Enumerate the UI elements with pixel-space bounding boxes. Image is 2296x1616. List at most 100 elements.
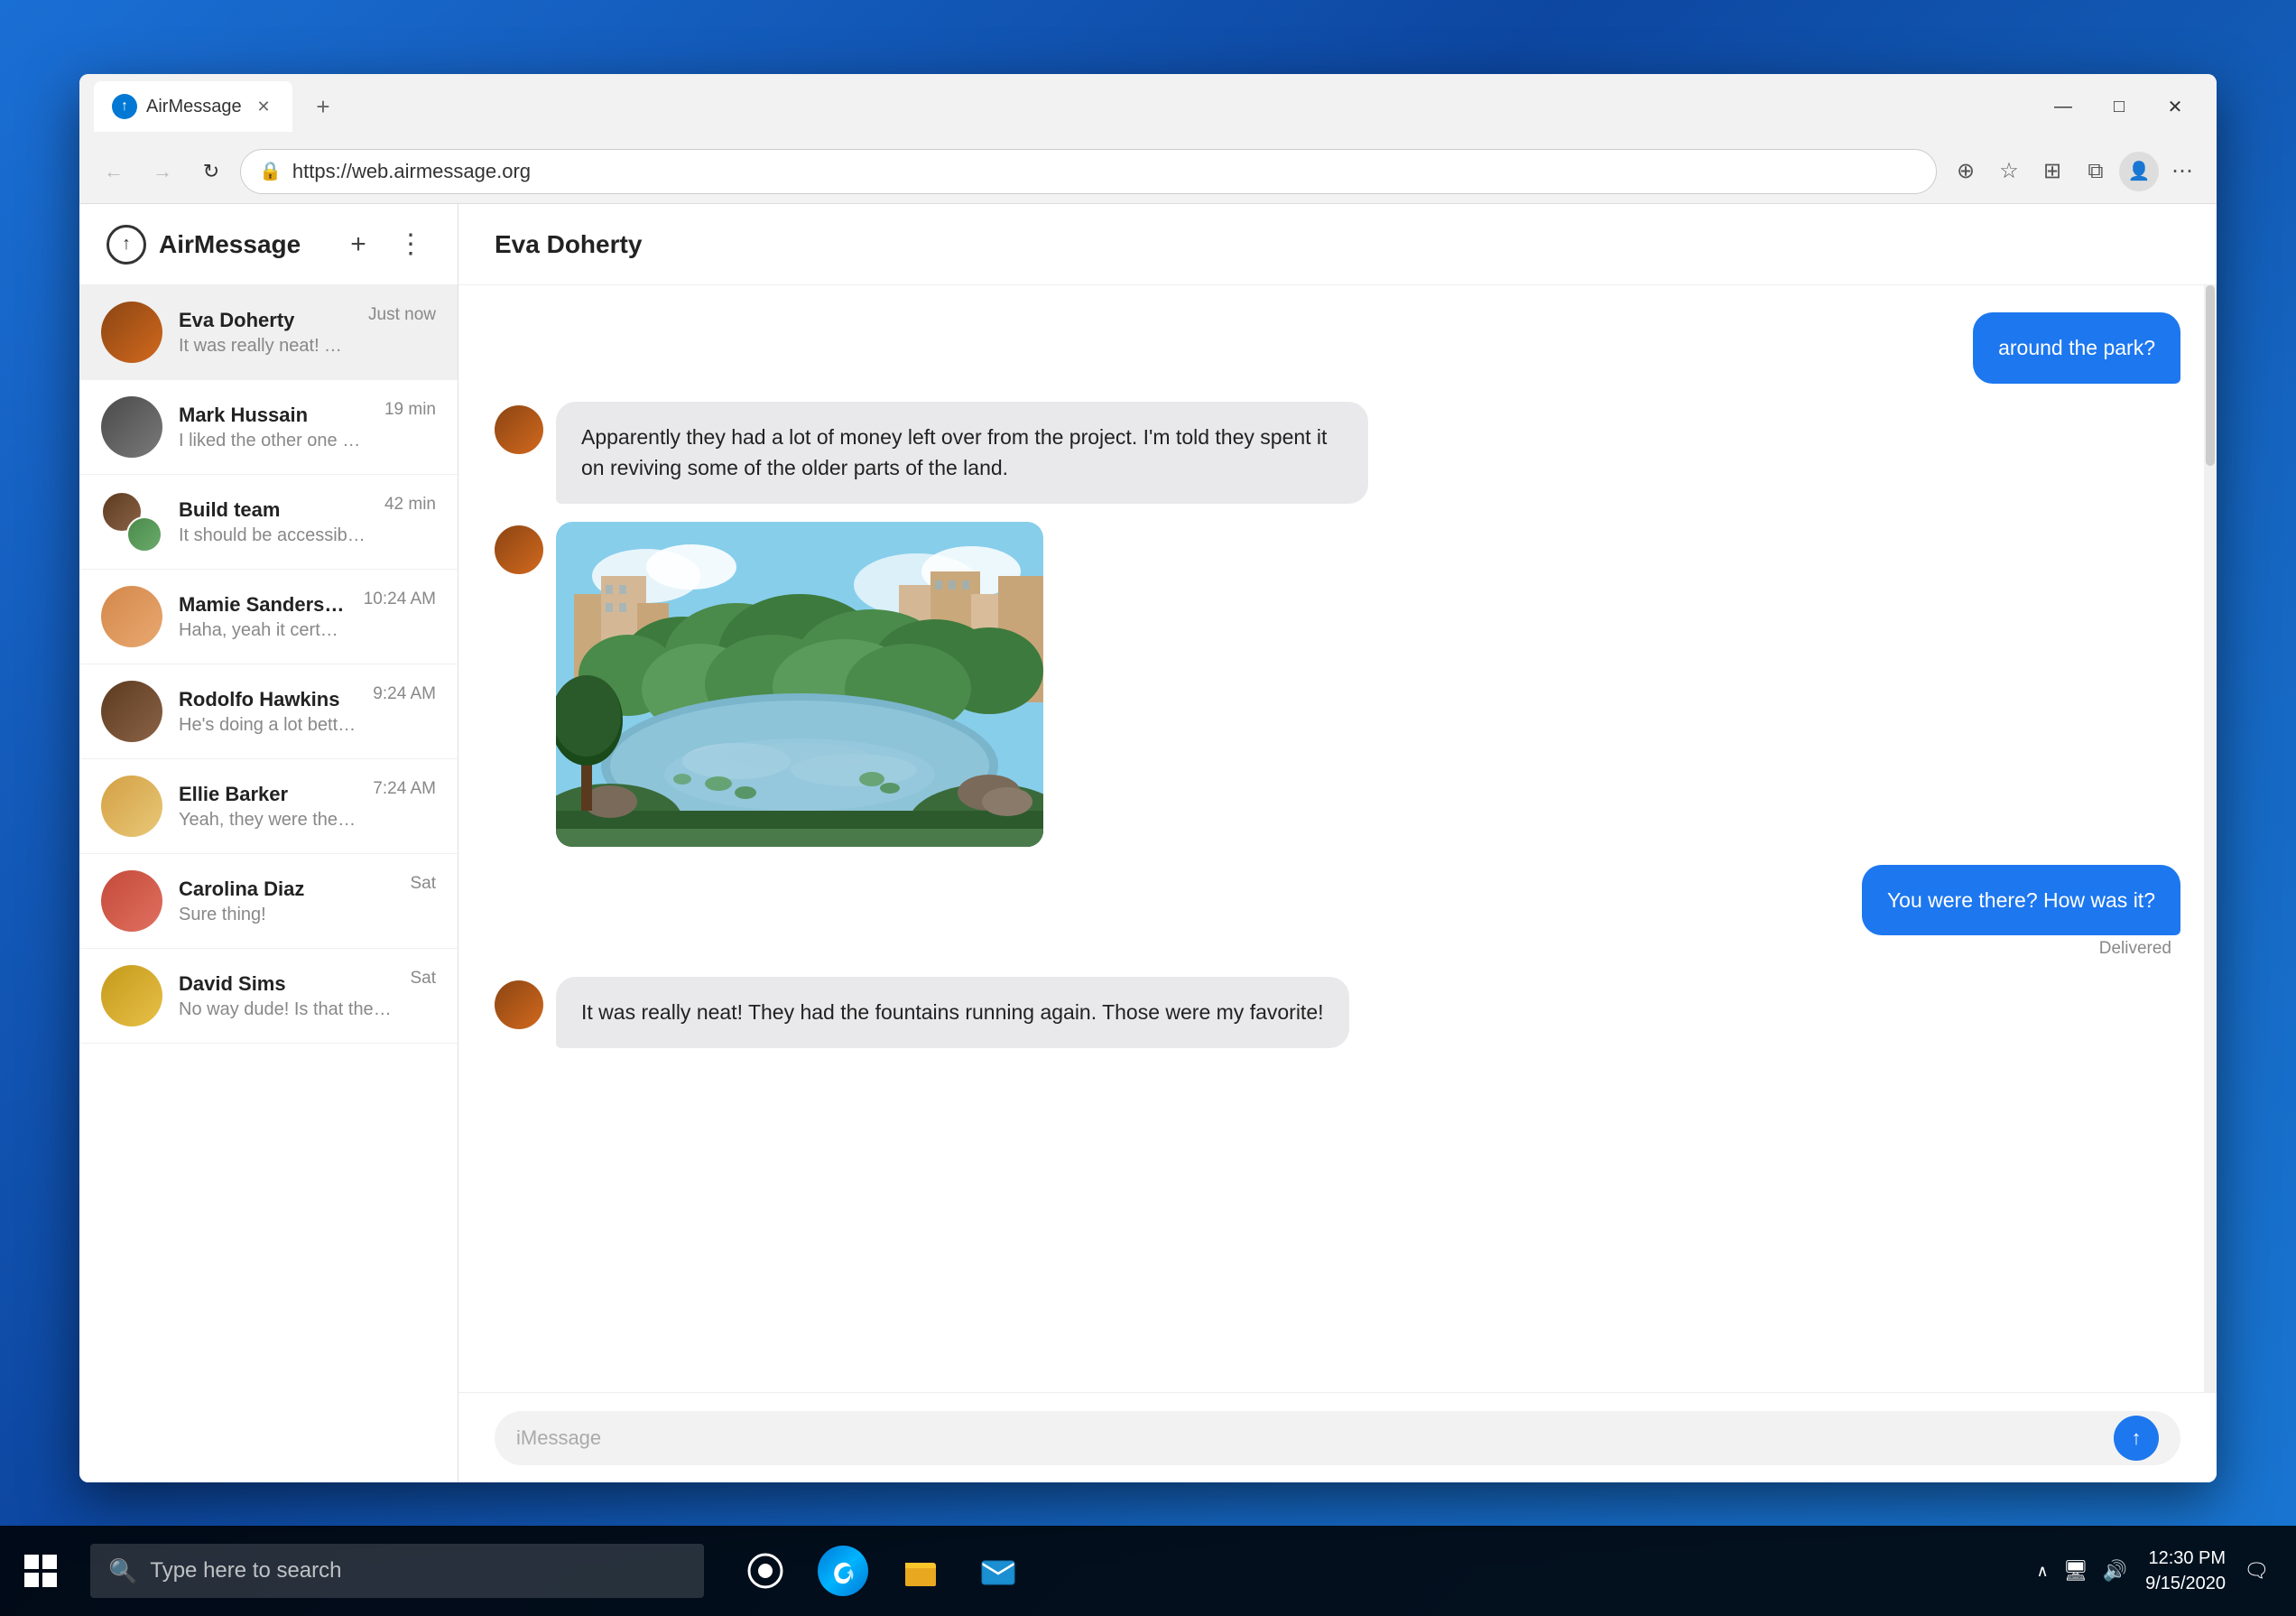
notifications-button[interactable]: 🗨 [2244,1559,2269,1583]
clock-time: 12:30 PM [2145,1546,2226,1571]
send-button[interactable]: ↑ [2114,1416,2159,1461]
chat-contact-name: Eva Doherty [495,230,642,259]
avatar-ellie-barker [101,775,162,837]
conversation-item-mamie-sanders[interactable]: Mamie Sanders a... Haha, yeah it certain… [79,570,458,664]
message-row-3 [495,522,2180,847]
convo-time: 19 min [384,400,436,420]
sidebar-title: AirMessage [159,230,326,259]
message-avatar-2 [495,405,543,454]
maximize-button[interactable]: □ [2092,87,2146,126]
browser-tab[interactable]: ↑ AirMessage ✕ [94,81,292,132]
lock-icon: 🔒 [259,160,282,182]
airmessage-logo: ↑ [106,225,146,265]
convo-info-ellie-barker: Ellie Barker Yeah, they were the o... [179,783,356,831]
avatar-rodolfo-hawkins [101,681,162,742]
minimize-button[interactable]: — [2036,87,2090,126]
taskbar: 🔍 Type here to search [0,1526,2296,1616]
mail-button[interactable] [973,1546,1023,1596]
browser-content: ↑ AirMessage + ⋮ Eva Doherty It was real… [79,204,2217,1482]
convo-name: David Sims [179,972,393,996]
taskbar-system-tray: ∧ 🖥 🔊 12:30 PM 9/15/2020 🗨 [2010,1546,2296,1596]
convo-preview: No way dude! Is that the o... [179,999,393,1020]
tab-title: AirMessage [146,97,244,117]
close-button[interactable]: ✕ [2148,87,2202,126]
profile-button[interactable]: 👤 [2119,152,2159,191]
menu-button[interactable]: ⋯ [2162,152,2202,191]
address-bar[interactable]: 🔒 https://web.airmessage.org [240,149,1937,194]
message-image-park [556,522,1043,847]
network-icon[interactable]: 🖥 [2063,1559,2088,1583]
system-clock[interactable]: 12:30 PM 9/15/2020 [2145,1546,2226,1596]
conversation-item-david-sims[interactable]: David Sims No way dude! Is that the o...… [79,949,458,1044]
chat-input-field[interactable]: iMessage ↑ [495,1411,2180,1465]
conversation-item-build-team[interactable]: Build team It should be accessible, ... … [79,475,458,570]
conversation-list: Eva Doherty It was really neat! The... J… [79,285,458,1482]
browser-window: ↑ AirMessage ✕ + — □ ✕ ← → ↻ 🔒 https://w… [79,74,2217,1482]
conversation-item-carolina-diaz[interactable]: Carolina Diaz Sure thing! Sat [79,854,458,949]
convo-info-mamie-sanders: Mamie Sanders a... Haha, yeah it certain… [179,593,347,641]
convo-preview: Haha, yeah it certainl... [179,620,347,641]
send-icon: ↑ [2132,1426,2142,1450]
chevron-up-icon[interactable]: ∧ [2037,1562,2049,1581]
message-bubble-received-5: It was really neat! They had the fountai… [556,977,1349,1048]
tab-favicon-icon: ↑ [112,94,137,119]
conversation-item-mark-hussain[interactable]: Mark Hussain I liked the other one m... … [79,380,458,475]
taskbar-icons [704,1546,1060,1596]
file-explorer-button[interactable] [895,1546,946,1596]
browser-toolbar: ← → ↻ 🔒 https://web.airmessage.org ⊕ ☆ ⊞… [79,139,2217,204]
sidebar-header: ↑ AirMessage + ⋮ [79,204,458,285]
chat-scrollbar[interactable] [2204,285,2217,1392]
extensions-button[interactable]: ⧉ [2076,152,2115,191]
message-row-1: around the park? [495,312,2180,384]
edge-browser-taskbar-button[interactable] [818,1546,868,1596]
convo-preview: He's doing a lot better... [179,715,356,736]
sidebar-menu-button[interactable]: ⋮ [391,225,430,265]
convo-info-rodolfo-hawkins: Rodolfo Hawkins He's doing a lot better.… [179,688,356,736]
window-controls: — □ ✕ [2036,87,2202,126]
message-bubble-sent-4: You were there? How was it? [1862,865,2180,936]
conversation-item-rodolfo-hawkins[interactable]: Rodolfo Hawkins He's doing a lot better.… [79,664,458,759]
conversation-item-eva-doherty[interactable]: Eva Doherty It was really neat! The... J… [79,285,458,380]
new-tab-button[interactable]: + [301,85,345,128]
convo-info-eva-doherty: Eva Doherty It was really neat! The... [179,309,352,357]
avatar-mark-hussain [101,396,162,458]
convo-name: Ellie Barker [179,783,356,806]
avatar-david-sims [101,965,162,1026]
new-conversation-button[interactable]: + [338,225,378,265]
chat-messages: around the park? Apparently they had a l… [458,285,2217,1392]
chat-input-area: iMessage ↑ [458,1392,2217,1482]
delivered-status: Delivered [2099,939,2180,959]
convo-time: 42 min [384,495,436,515]
imessage-placeholder: iMessage [516,1426,2105,1450]
chat-area: Eva Doherty around the park? Apparently … [458,204,2217,1482]
convo-time: 7:24 AM [373,779,436,799]
convo-info-carolina-diaz: Carolina Diaz Sure thing! [179,878,393,925]
volume-icon[interactable]: 🔊 [2103,1559,2127,1583]
convo-name: Eva Doherty [179,309,352,332]
add-tab-button[interactable]: ⊕ [1946,152,1986,191]
convo-time: 9:24 AM [373,684,436,704]
convo-name: Mamie Sanders a... [179,593,347,617]
collections-button[interactable]: ⊞ [2032,152,2072,191]
taskbar-search[interactable]: 🔍 Type here to search [90,1544,704,1598]
back-button[interactable]: ← [94,152,134,191]
favorite-button[interactable]: ☆ [1989,152,2029,191]
message-row-4: You were there? How was it? Delivered [495,865,2180,960]
url-text: https://web.airmessage.org [292,160,1918,183]
convo-info-mark-hussain: Mark Hussain I liked the other one m... [179,404,368,451]
chat-scrollbar-thumb [2206,285,2215,466]
conversation-item-ellie-barker[interactable]: Ellie Barker Yeah, they were the o... 7:… [79,759,458,854]
browser-titlebar: ↑ AirMessage ✕ + — □ ✕ [79,74,2217,139]
refresh-button[interactable]: ↻ [191,152,231,191]
task-view-button[interactable] [740,1546,791,1596]
convo-time: Just now [368,305,436,325]
convo-info-build-team: Build team It should be accessible, ... [179,498,368,546]
forward-button[interactable]: → [143,152,182,191]
avatar-build-team [101,491,162,553]
toolbar-actions: ⊕ ☆ ⊞ ⧉ 👤 ⋯ [1946,152,2202,191]
tab-close-button[interactable]: ✕ [253,96,274,117]
convo-preview: It was really neat! The... [179,336,352,357]
start-button[interactable] [0,1526,81,1616]
convo-name: Mark Hussain [179,404,368,427]
convo-name: Build team [179,498,368,522]
